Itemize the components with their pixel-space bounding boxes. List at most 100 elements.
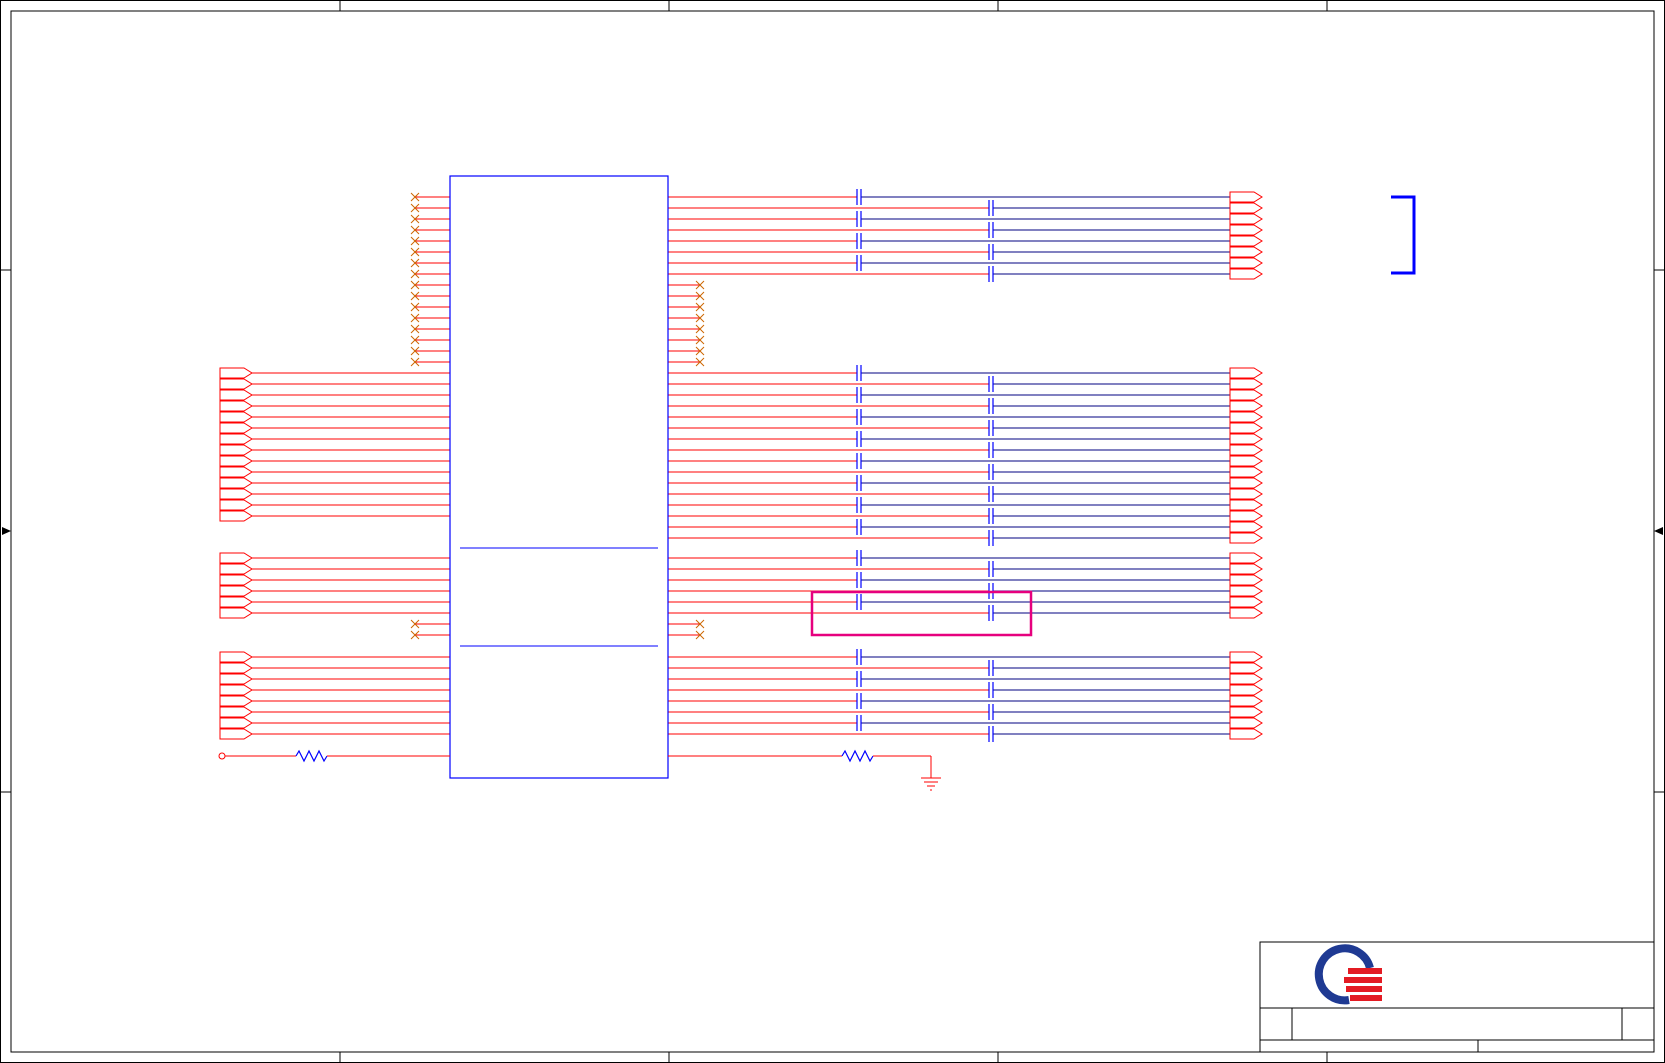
port-left [219, 433, 253, 445]
ac-coupling-capacitor [988, 266, 994, 282]
ground-symbol [921, 777, 941, 791]
ac-coupling-capacitor [856, 475, 862, 491]
ac-coupling-capacitor [988, 222, 994, 238]
port-left [219, 552, 253, 564]
ac-coupling-capacitor [856, 387, 862, 403]
port-right [1229, 235, 1263, 247]
port-right [1229, 552, 1263, 564]
port-right [1229, 367, 1263, 379]
ac-coupling-capacitor [988, 726, 994, 742]
port-right [1229, 684, 1263, 696]
port-left [219, 706, 253, 718]
port-left [219, 607, 253, 619]
quanta-q-logo [1314, 944, 1382, 1005]
port-right [1229, 728, 1263, 740]
left-resistor-net [218, 749, 450, 763]
right-resistor-net [668, 749, 941, 791]
port-right [1229, 695, 1263, 707]
port-right [1229, 488, 1263, 500]
ac-coupling-capacitor [988, 442, 994, 458]
port-left [219, 510, 253, 522]
ac-coupling-capacitor [988, 605, 994, 621]
port-right [1229, 477, 1263, 489]
ac-coupling-capacitor [856, 453, 862, 469]
port-left [219, 695, 253, 707]
connector-body [449, 175, 669, 779]
port-left [219, 728, 253, 740]
port-right [1229, 389, 1263, 401]
ac-coupling-capacitor [856, 550, 862, 566]
ac-coupling-capacitor [856, 255, 862, 271]
port-left [219, 717, 253, 729]
schematic-sheet [0, 0, 1665, 1063]
ac-coupling-capacitor [856, 715, 862, 731]
port-right [1229, 422, 1263, 434]
port-left [219, 585, 253, 597]
port-left [219, 596, 253, 608]
port-left [219, 662, 253, 674]
ac-coupling-capacitor [988, 682, 994, 698]
ac-coupling-capacitor [988, 244, 994, 260]
port-right [1229, 246, 1263, 258]
port-right [1229, 662, 1263, 674]
resistor-right [841, 749, 874, 763]
ac-coupling-capacitor [988, 704, 994, 720]
ac-coupling-capacitor [988, 200, 994, 216]
port-left [219, 466, 253, 478]
ac-coupling-capacitor [856, 189, 862, 205]
port-right [1229, 433, 1263, 445]
port-right [1229, 673, 1263, 685]
port-right [1229, 378, 1263, 390]
port-left [219, 673, 253, 685]
ac-coupling-capacitor [856, 649, 862, 665]
port-right [1229, 510, 1263, 522]
port-right [1229, 400, 1263, 412]
port-left [219, 411, 253, 423]
port-left [219, 400, 253, 412]
sheet-border [0, 0, 1665, 1063]
port-right [1229, 224, 1263, 236]
port-right [1229, 455, 1263, 467]
port-right [1229, 499, 1263, 511]
ac-coupling-capacitor [856, 409, 862, 425]
port-right [1229, 213, 1263, 225]
ac-coupling-capacitor [856, 693, 862, 709]
ac-coupling-capacitor [988, 660, 994, 676]
wires-layer [252, 196, 1230, 735]
port-left [219, 378, 253, 390]
ac-coupling-capacitor [856, 594, 862, 610]
port-right [1229, 717, 1263, 729]
port-left [219, 455, 253, 467]
ac-coupling-capacitor [856, 431, 862, 447]
ac-coupling-capacitor [988, 561, 994, 577]
blue-bracket [1391, 195, 1416, 275]
port-left [219, 422, 253, 434]
port-right [1229, 585, 1263, 597]
port-right [1229, 411, 1263, 423]
port-right [1229, 651, 1263, 663]
ac-coupling-capacitor [856, 365, 862, 381]
port-right [1229, 574, 1263, 586]
port-right [1229, 191, 1263, 203]
ac-coupling-capacitor [988, 530, 994, 546]
ac-coupling-capacitor [988, 398, 994, 414]
port-right [1229, 466, 1263, 478]
title-block [1259, 941, 1655, 1053]
port-left [219, 684, 253, 696]
ac-coupling-capacitor [988, 464, 994, 480]
ac-coupling-capacitor [988, 376, 994, 392]
ac-coupling-capacitor [856, 519, 862, 535]
ac-coupling-capacitor [856, 211, 862, 227]
port-left [219, 488, 253, 500]
port-left [219, 651, 253, 663]
ac-coupling-capacitor [856, 497, 862, 513]
capacitors-layer [856, 189, 994, 742]
sheet-center-arrows [2, 527, 1663, 535]
ac-coupling-capacitor [856, 572, 862, 588]
port-right [1229, 607, 1263, 619]
port-right [1229, 521, 1263, 533]
port-right [1229, 202, 1263, 214]
ac-coupling-capacitor [988, 486, 994, 502]
no-connect-layer [410, 192, 705, 640]
port-left [219, 499, 253, 511]
